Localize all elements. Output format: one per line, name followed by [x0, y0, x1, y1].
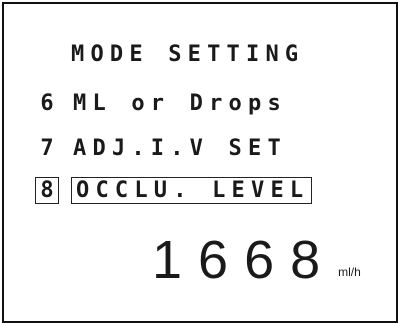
- menu-item-number: 7: [40, 135, 54, 161]
- menu-item-occlu-level[interactable]: 8 OCCLU. LEVEL: [35, 175, 313, 205]
- mode-setting-title: MODE SETTING: [71, 42, 305, 67]
- menu-item-adj-iv-set[interactable]: 7 ADJ.I.V SET: [35, 133, 287, 163]
- flow-rate-unit: ml/h: [338, 265, 361, 279]
- menu-item-number: 6: [40, 90, 54, 116]
- device-display: MODE SETTING 6 ML or Drops 7 ADJ.I.V SET…: [2, 2, 398, 323]
- flow-rate-readout: 1668 ml/h: [152, 233, 361, 287]
- flow-rate-value: 1668: [152, 230, 337, 290]
- menu-item-label: ML or Drops: [73, 90, 287, 116]
- menu-item-label: ADJ.I.V SET: [73, 135, 287, 161]
- menu-item-label: OCCLU. LEVEL: [71, 176, 313, 204]
- menu-item-number: 8: [35, 176, 59, 204]
- menu-item-ml-or-drops[interactable]: 6 ML or Drops: [35, 88, 287, 118]
